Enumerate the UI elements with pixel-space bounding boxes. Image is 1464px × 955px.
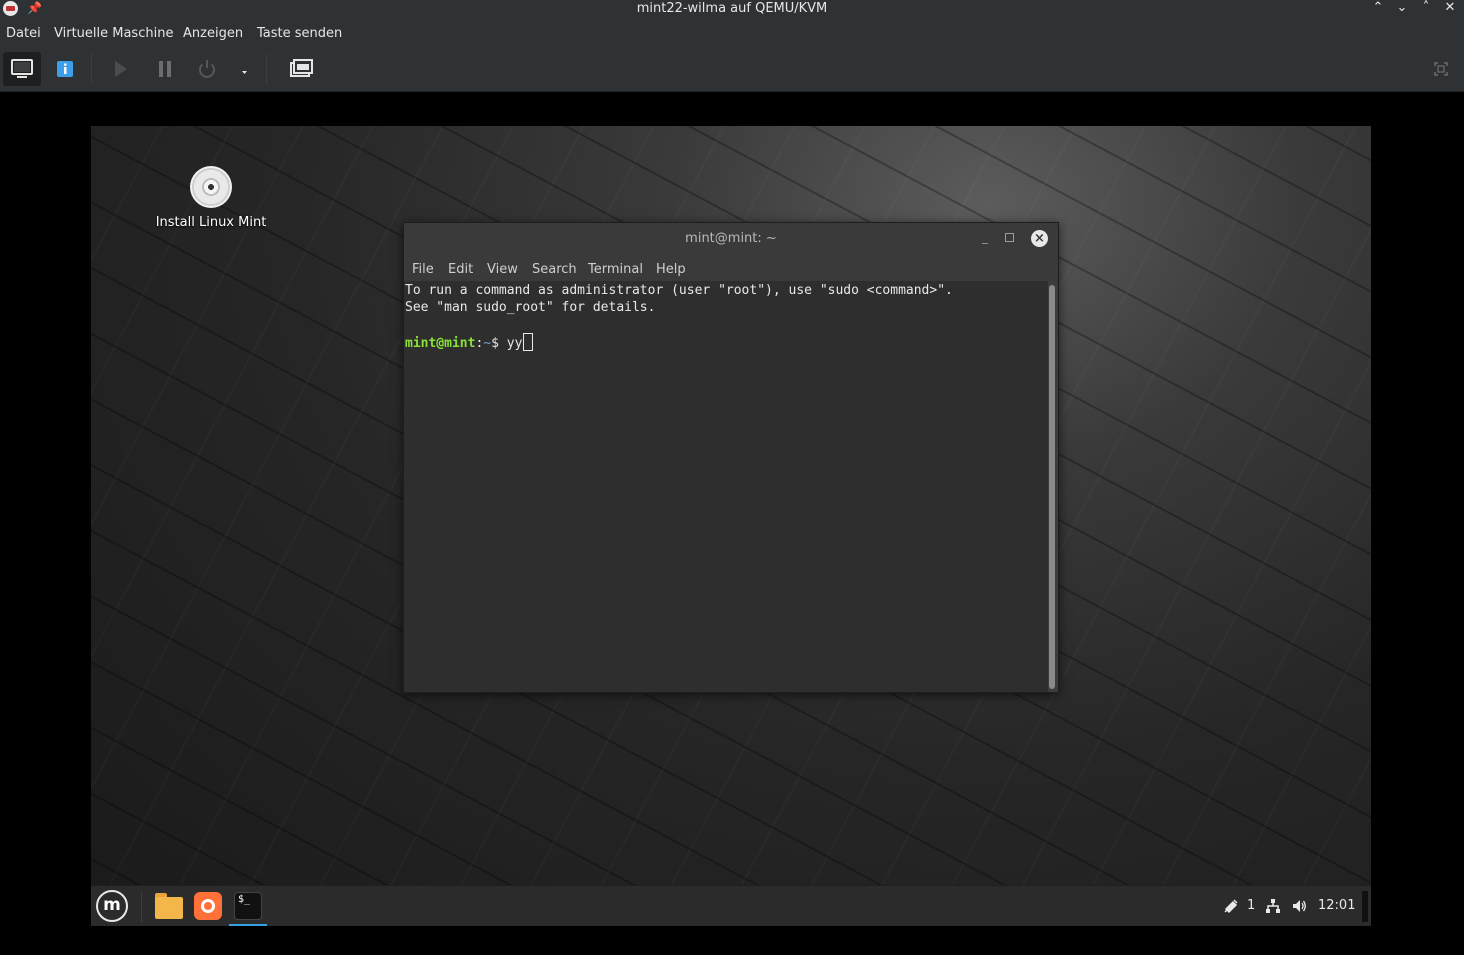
- text-cursor: [523, 333, 534, 351]
- prompt-dollar: $: [491, 336, 507, 351]
- active-window-indicator: [229, 924, 267, 926]
- menu-datei[interactable]: Datei: [6, 26, 41, 41]
- prompt-path: ~: [483, 336, 492, 351]
- terminal-scrollbar[interactable]: [1049, 285, 1055, 689]
- terminal-menu-view[interactable]: View: [487, 262, 518, 277]
- terminal-line: See "man sudo_root" for details.: [405, 300, 656, 315]
- terminal-menu-terminal[interactable]: Terminal: [588, 262, 643, 277]
- terminal-close-button[interactable]: ×: [1031, 230, 1048, 247]
- fullscreen-icon: [1434, 62, 1448, 76]
- play-icon: [115, 61, 127, 77]
- panel-separator: [141, 892, 142, 922]
- terminal-title-bar[interactable]: mint@mint: ~ _ ×: [404, 223, 1058, 255]
- notifications-count: 1: [1247, 898, 1256, 913]
- clock[interactable]: 12:01: [1318, 898, 1355, 913]
- toolbar-separator: [91, 54, 92, 84]
- guest-panel: $_ 1 12:01: [91, 885, 1371, 926]
- close-button[interactable]: ✕: [1440, 0, 1460, 17]
- system-tray: 1 12:01: [1211, 886, 1371, 926]
- terminal-output[interactable]: To run a command as administrator (user …: [404, 281, 1048, 692]
- firefox-icon[interactable]: [194, 892, 222, 920]
- pause-button[interactable]: [146, 52, 184, 86]
- terminal-menu-bar: File Edit View Search Terminal Help: [404, 255, 1058, 281]
- notifications-icon[interactable]: [1223, 898, 1239, 914]
- files-icon[interactable]: [155, 893, 183, 919]
- console-view-button[interactable]: [3, 52, 41, 86]
- virt-manager-window: 📌 mint22-wilma auf QEMU/KVM ⌃ ⌄ ˄ ✕ Date…: [0, 0, 1464, 955]
- terminal-icon[interactable]: $_: [234, 892, 262, 920]
- host-menu-bar: Datei Virtuelle Maschine Anzeigen Taste …: [0, 18, 1464, 48]
- chevron-down-icon: [242, 71, 247, 74]
- folder-body: [155, 897, 183, 919]
- pause-icon: [159, 61, 171, 77]
- terminal-window[interactable]: mint@mint: ~ _ × File Edit View Search T…: [403, 222, 1059, 693]
- power-icon: [199, 60, 215, 78]
- mint-menu-icon[interactable]: [96, 890, 128, 922]
- terminal-menu-help[interactable]: Help: [656, 262, 686, 277]
- volume-icon[interactable]: [1291, 898, 1307, 914]
- host-title-bar: 📌 mint22-wilma auf QEMU/KVM ⌃ ⌄ ˄ ✕: [0, 0, 1464, 18]
- monitor-icon: [11, 59, 33, 78]
- window-title: mint22-wilma auf QEMU/KVM: [636, 1, 828, 16]
- terminal-maximize-button[interactable]: [1005, 233, 1014, 242]
- prompt-user: mint@mint: [405, 336, 476, 351]
- shutdown-menu-button[interactable]: [228, 52, 254, 86]
- network-icon[interactable]: [1265, 898, 1281, 914]
- vm-display[interactable]: Install Linux Mint mint@mint: ~ _ × File…: [91, 126, 1371, 926]
- show-desktop-button[interactable]: [1362, 891, 1368, 922]
- menu-anzeigen[interactable]: Anzeigen: [183, 26, 243, 41]
- details-view-button[interactable]: [46, 52, 84, 86]
- shade-button[interactable]: ⌃: [1368, 0, 1388, 17]
- toolbar-separator: [266, 54, 267, 84]
- desktop-icon-install-linux-mint[interactable]: Install Linux Mint: [151, 166, 271, 236]
- terminal-line: To run a command as administrator (user …: [405, 283, 953, 298]
- terminal-input[interactable]: yy: [507, 336, 523, 351]
- fullscreen-button[interactable]: [1422, 52, 1460, 86]
- terminal-title: mint@mint: ~: [685, 231, 777, 246]
- cd-disc-icon: [190, 166, 232, 208]
- minimize-button[interactable]: ⌄: [1392, 0, 1412, 17]
- terminal-prompt-line: mint@mint:~$ yy: [405, 333, 534, 352]
- terminal-menu-edit[interactable]: Edit: [448, 262, 473, 277]
- info-icon: [57, 61, 73, 77]
- shutdown-button[interactable]: [188, 52, 226, 86]
- terminal-menu-file[interactable]: File: [412, 262, 434, 277]
- terminal-menu-search[interactable]: Search: [532, 262, 577, 277]
- run-button[interactable]: [101, 52, 139, 86]
- host-toolbar: [0, 48, 1464, 92]
- maximize-button[interactable]: ˄: [1416, 0, 1436, 17]
- terminal-minimize-button[interactable]: _: [978, 230, 992, 244]
- desktop-icon-label: Install Linux Mint: [155, 215, 267, 230]
- snapshot-icon: [290, 59, 313, 77]
- menu-virtuelle-maschine[interactable]: Virtuelle Maschine: [54, 26, 173, 41]
- menu-taste-senden[interactable]: Taste senden: [257, 26, 342, 41]
- snapshots-button[interactable]: [282, 52, 320, 86]
